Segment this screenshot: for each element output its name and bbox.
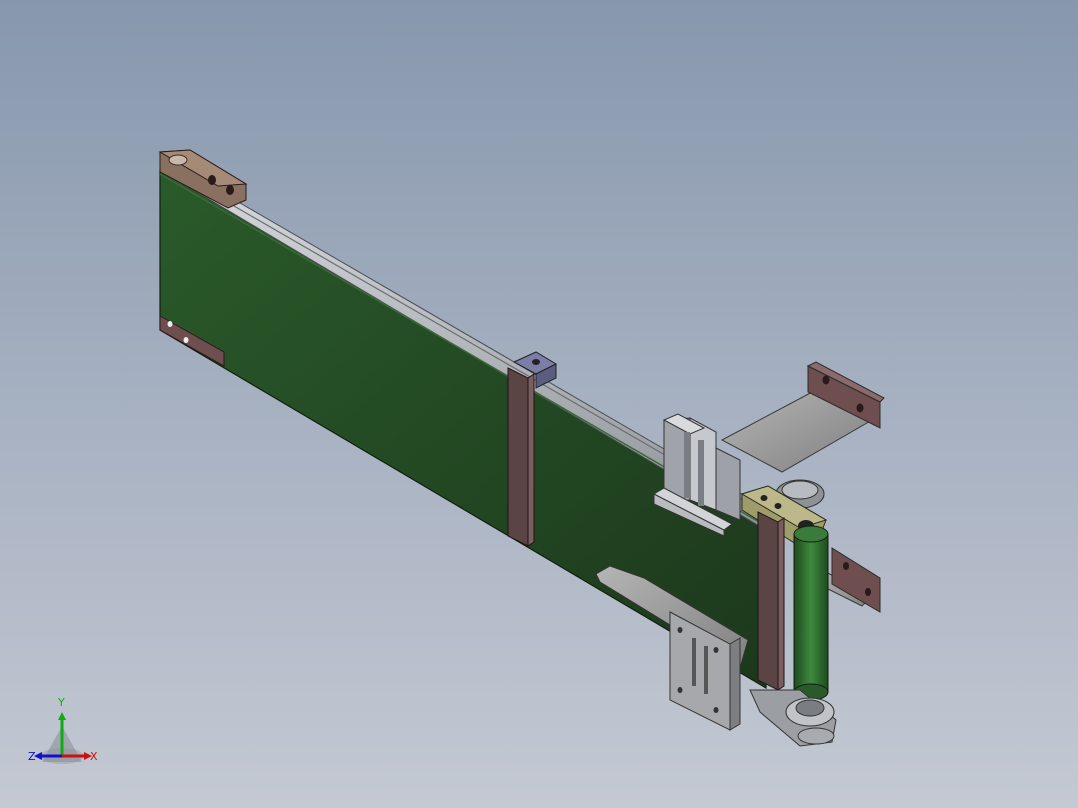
triad-y-label: Y <box>58 696 65 709</box>
reference-triad <box>34 712 92 764</box>
triad-z-label: Z <box>28 750 36 763</box>
cad-viewport[interactable]: Y X Z <box>0 0 1078 808</box>
triad-x-label: X <box>90 750 98 763</box>
